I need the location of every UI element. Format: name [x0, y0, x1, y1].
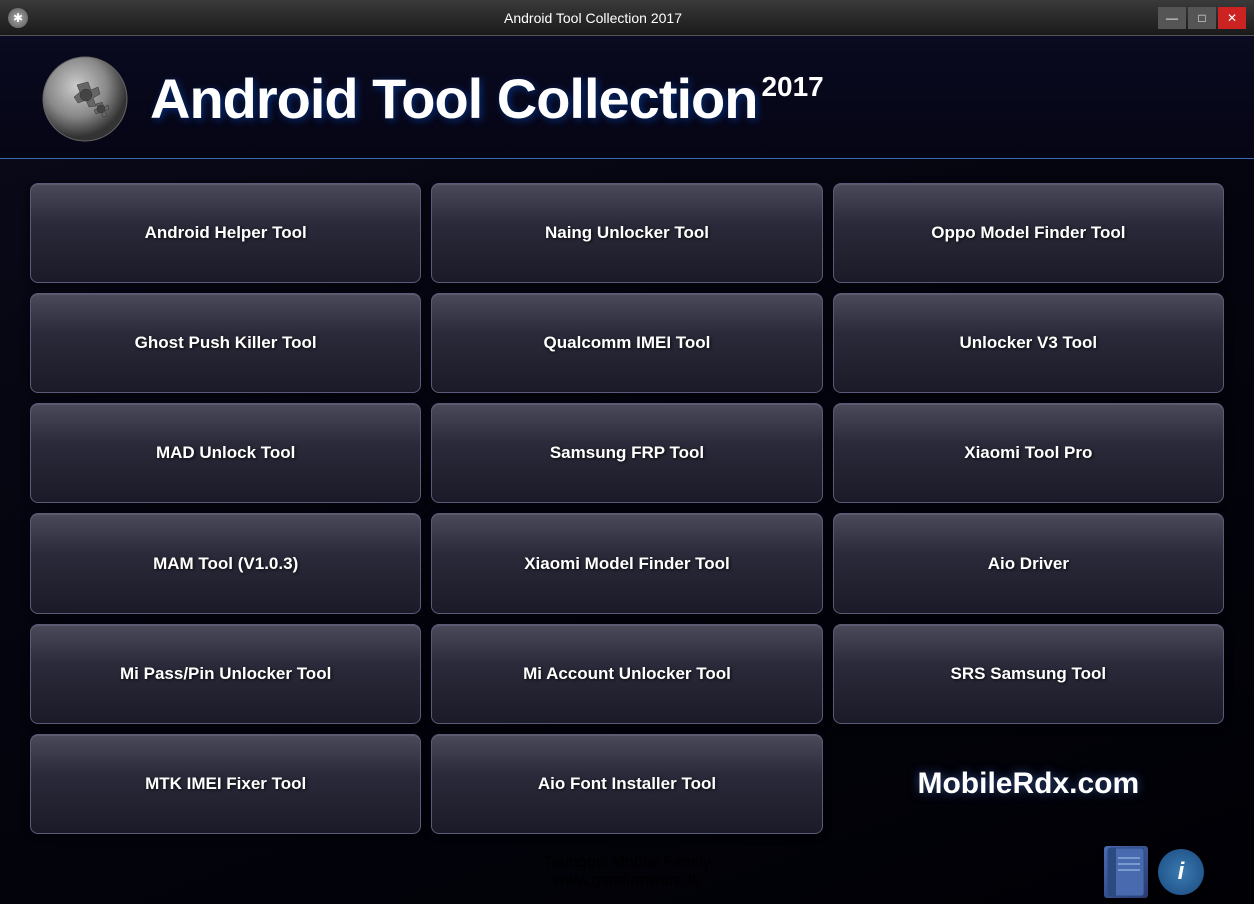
samsung-frp-button[interactable]: Samsung FRP Tool — [431, 403, 822, 503]
aio-driver-button[interactable]: Aio Driver — [833, 513, 1224, 613]
titlebar-title: Android Tool Collection 2017 — [28, 10, 1158, 26]
qualcomm-imei-button[interactable]: Qualcomm IMEI Tool — [431, 293, 822, 393]
app-title: Android Tool Collection — [150, 71, 757, 127]
maximize-button[interactable]: □ — [1188, 7, 1216, 29]
mobilerdx-cell: MobileRdx.com — [833, 734, 1224, 834]
close-button[interactable]: ✕ — [1218, 7, 1246, 29]
book-icon[interactable] — [1104, 846, 1148, 898]
mi-pass-pin-button[interactable]: Mi Pass/Pin Unlocker Tool — [30, 624, 421, 724]
ghost-push-killer-button[interactable]: Ghost Push Killer Tool — [30, 293, 421, 393]
mam-tool-button[interactable]: MAM Tool (V1.0.3) — [30, 513, 421, 613]
naing-unlocker-button[interactable]: Naing Unlocker Tool — [431, 183, 822, 283]
xiaomi-tool-pro-button[interactable]: Xiaomi Tool Pro — [833, 403, 1224, 503]
mad-unlock-button[interactable]: MAD Unlock Tool — [30, 403, 421, 503]
oppo-model-finder-button[interactable]: Oppo Model Finder Tool — [833, 183, 1224, 283]
header-text: Android Tool Collection 2017 — [150, 71, 824, 127]
app-logo — [40, 54, 130, 144]
unlocker-v3-button[interactable]: Unlocker V3 Tool — [833, 293, 1224, 393]
xiaomi-model-finder-button[interactable]: Xiaomi Model Finder Tool — [431, 513, 822, 613]
family-name: Taunggyi Mobile Family — [543, 854, 710, 872]
android-helper-button[interactable]: Android Helper Tool — [30, 183, 421, 283]
mobilerdx-label: MobileRdx.com — [917, 767, 1139, 801]
mi-account-button[interactable]: Mi Account Unlocker Tool — [431, 624, 822, 724]
main-area: Android Tool Collection 2017 Android Hel… — [0, 36, 1254, 904]
footer-icons: i — [1104, 846, 1204, 898]
aio-font-installer-button[interactable]: Aio Font Installer Tool — [431, 734, 822, 834]
website-url: www.gsmfirmware.tk — [543, 872, 710, 890]
mtk-imei-fixer-button[interactable]: MTK IMEI Fixer Tool — [30, 734, 421, 834]
app-icon: ✱ — [8, 8, 28, 28]
header: Android Tool Collection 2017 — [0, 36, 1254, 159]
srs-samsung-button[interactable]: SRS Samsung Tool — [833, 624, 1224, 724]
info-icon[interactable]: i — [1158, 849, 1204, 895]
window-controls: — □ ✕ — [1158, 7, 1246, 29]
tools-grid: Android Helper Tool Naing Unlocker Tool … — [0, 159, 1254, 844]
app-year: 2017 — [761, 71, 823, 103]
minimize-button[interactable]: — — [1158, 7, 1186, 29]
footer: Taunggyi Mobile Family www.gsmfirmware.t… — [0, 844, 1254, 904]
footer-text: Taunggyi Mobile Family www.gsmfirmware.t… — [543, 854, 710, 890]
titlebar: ✱ Android Tool Collection 2017 — □ ✕ — [0, 0, 1254, 36]
